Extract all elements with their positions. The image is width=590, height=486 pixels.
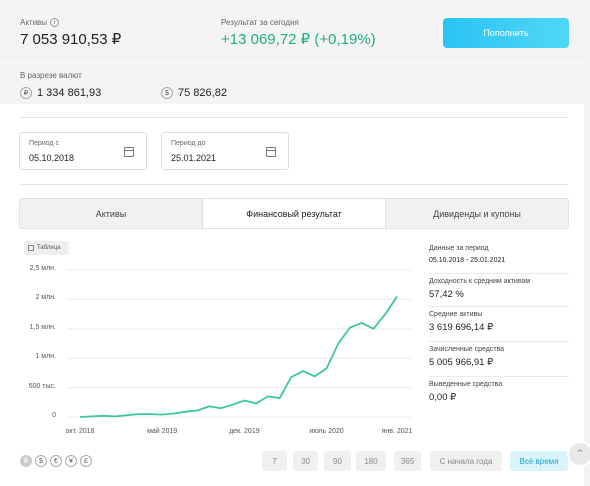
stat-label: Средние активы <box>429 311 483 318</box>
period-button[interactable]: Всё время <box>510 451 568 471</box>
period-button[interactable]: 180 <box>356 451 386 471</box>
financial-result-chart <box>67 269 411 418</box>
pound-currency-icon[interactable]: £ <box>80 455 92 467</box>
period-button[interactable]: С начала года <box>430 451 502 471</box>
period-button[interactable]: 365 <box>394 451 421 471</box>
portfolio-card: Активы i 7 053 910,53 ₽ Результат за сего… <box>0 0 584 486</box>
stat-separator <box>429 306 569 307</box>
stat-value: 5 005 966,91 ₽ <box>429 357 494 368</box>
stat-value: 57,42 % <box>429 289 464 300</box>
chevron-up-icon: ⌃ <box>574 447 586 461</box>
stat-separator <box>429 376 569 377</box>
stat-value: 0,00 ₽ <box>429 392 457 403</box>
ruble-currency-icon[interactable]: ₽ <box>20 455 32 467</box>
period-button[interactable]: 90 <box>324 451 351 471</box>
stat-label: Зачисленные средства <box>429 346 505 353</box>
stat-value: 3 619 696,14 ₽ <box>429 322 494 333</box>
stat-label: Данные за период <box>429 245 489 252</box>
scroll-up-button[interactable]: ⌃ <box>567 441 590 467</box>
yen-currency-icon[interactable]: ¥ <box>65 455 77 467</box>
result-series-line <box>79 296 398 418</box>
stat-separator <box>429 273 569 274</box>
dollar-currency-icon[interactable]: $ <box>35 455 47 467</box>
period-button[interactable]: 7 <box>262 451 287 471</box>
stat-value: 05.10.2018 - 25.01.2021 <box>429 257 506 264</box>
stat-label: Выведенные средства <box>429 381 503 388</box>
euro-currency-icon[interactable]: € <box>50 455 62 467</box>
stat-separator <box>429 341 569 342</box>
period-button[interactable]: 30 <box>293 451 318 471</box>
stat-label: Доходность к средним активам <box>429 278 531 285</box>
